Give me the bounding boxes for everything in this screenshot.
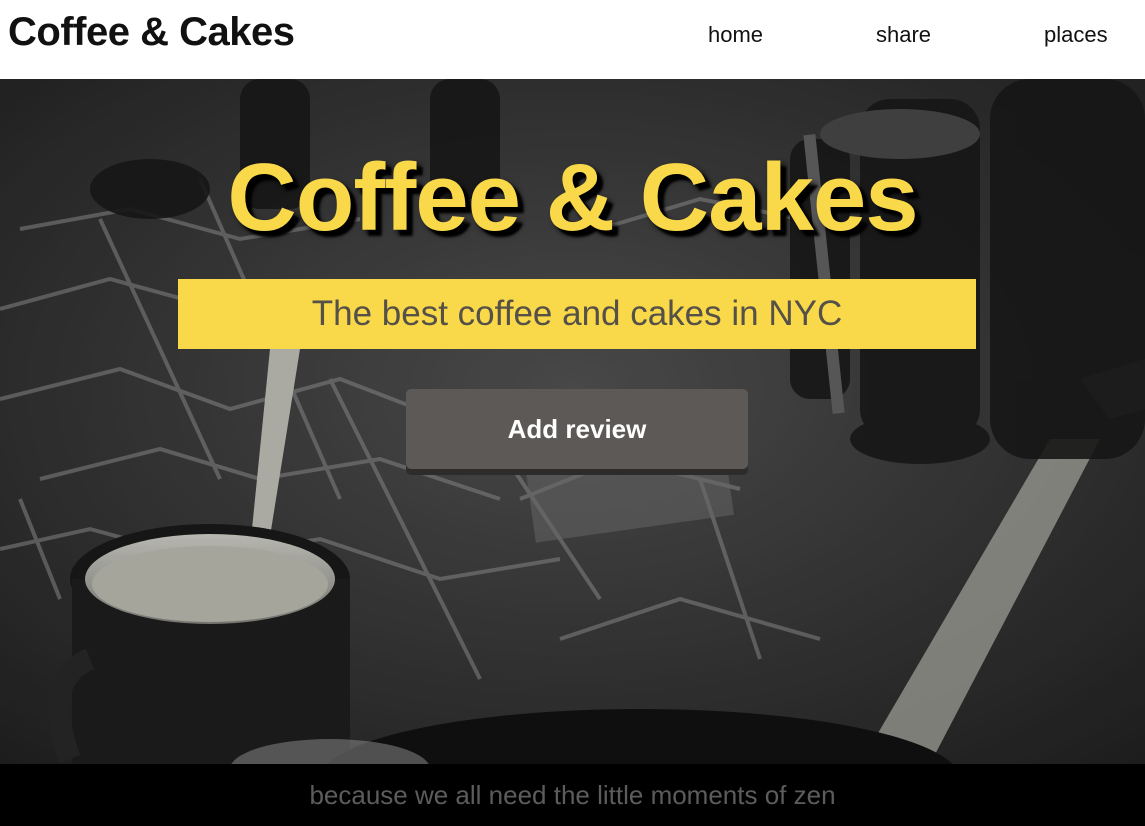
brand-logo-link[interactable]: Coffee & Cakes — [8, 10, 295, 55]
hero-tagline: The best coffee and cakes in NYC — [178, 279, 976, 349]
nav-link-home[interactable]: home — [708, 22, 763, 48]
footer-tagline: because we all need the little moments o… — [0, 764, 1145, 820]
add-review-button[interactable]: Add review — [406, 389, 748, 469]
navbar: Coffee & Cakes home share places — [0, 0, 1145, 79]
nav-link-places[interactable]: places — [1044, 22, 1108, 48]
hero-title: Coffee & Cakes — [227, 144, 918, 251]
hero-section: Coffee & Cakes The best coffee and cakes… — [0, 79, 1145, 764]
nav-link-share[interactable]: share — [876, 22, 931, 48]
